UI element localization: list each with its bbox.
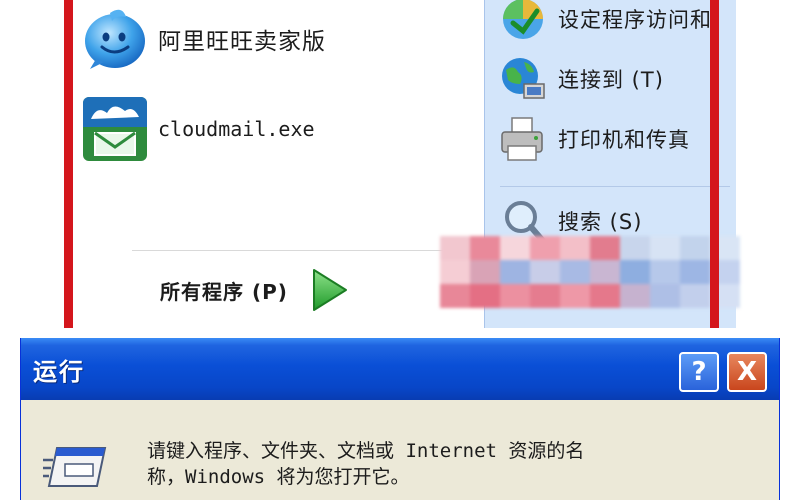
run-dialog-body: 请键入程序、文件夹、文档或 Internet 资源的名 称，Windows 将为… [21, 400, 779, 500]
all-programs-label: 所有程序 (P) [160, 279, 288, 304]
run-dialog-description: 请键入程序、文件夹、文档或 Internet 资源的名 称，Windows 将为… [147, 438, 757, 490]
blurred-region [440, 236, 740, 308]
program-item-cloudmail[interactable]: cloudmail.exe [80, 96, 315, 162]
start-menu: 阿里旺旺卖家版 cloudmail.exe 所有程序 (P) 设定程序访问和 连… [0, 0, 800, 335]
close-button[interactable]: X [727, 352, 767, 392]
program-access-icon [496, 0, 550, 44]
right-item-program-access[interactable]: 设定程序访问和 [496, 0, 712, 46]
all-programs-button[interactable]: 所有程序 (P) [160, 268, 350, 312]
right-item-connect-to[interactable]: 连接到 (T) [496, 52, 664, 106]
right-item-label-printers: 打印机和传真 [558, 128, 690, 152]
cloudmail-icon [80, 96, 150, 162]
right-pane-separator [500, 186, 730, 187]
program-item-aliwangwang[interactable]: 阿里旺旺卖家版 [80, 6, 326, 72]
run-dialog-title: 运行 [33, 358, 85, 386]
help-icon: ? [691, 357, 707, 387]
close-icon: X [736, 357, 758, 387]
program-label-aliwangwang: 阿里旺旺卖家版 [158, 29, 326, 55]
right-item-label-connect-to: 连接到 (T) [558, 68, 664, 92]
right-item-label-search: 搜索 (S) [558, 210, 643, 234]
connect-globe-icon [496, 54, 550, 104]
help-button[interactable]: ? [679, 352, 719, 392]
highlight-red-bar-left [64, 0, 73, 328]
run-icon [43, 447, 107, 487]
right-item-printers[interactable]: 打印机和传真 [496, 112, 690, 166]
start-menu-separator [132, 250, 462, 251]
green-arrow-icon [312, 269, 347, 311]
run-description-line-2: 称，Windows 将为您打开它。 [147, 466, 410, 488]
right-item-label-program-access: 设定程序访问和 [558, 8, 712, 32]
printer-icon [496, 114, 550, 164]
run-dialog-titlebar[interactable]: 运行 ? X [21, 338, 779, 400]
run-description-line-1: 请键入程序、文件夹、文档或 Internet 资源的名 [147, 440, 585, 462]
aliwangwang-icon [80, 6, 150, 72]
screenshot: 阿里旺旺卖家版 cloudmail.exe 所有程序 (P) 设定程序访问和 连… [0, 0, 800, 500]
run-dialog: 运行 ? X 请键入程序、文件夹、文档或 Internet 资源的名 称，Win… [20, 338, 780, 500]
highlight-red-bar-right [710, 0, 719, 328]
program-label-cloudmail: cloudmail.exe [158, 117, 315, 141]
